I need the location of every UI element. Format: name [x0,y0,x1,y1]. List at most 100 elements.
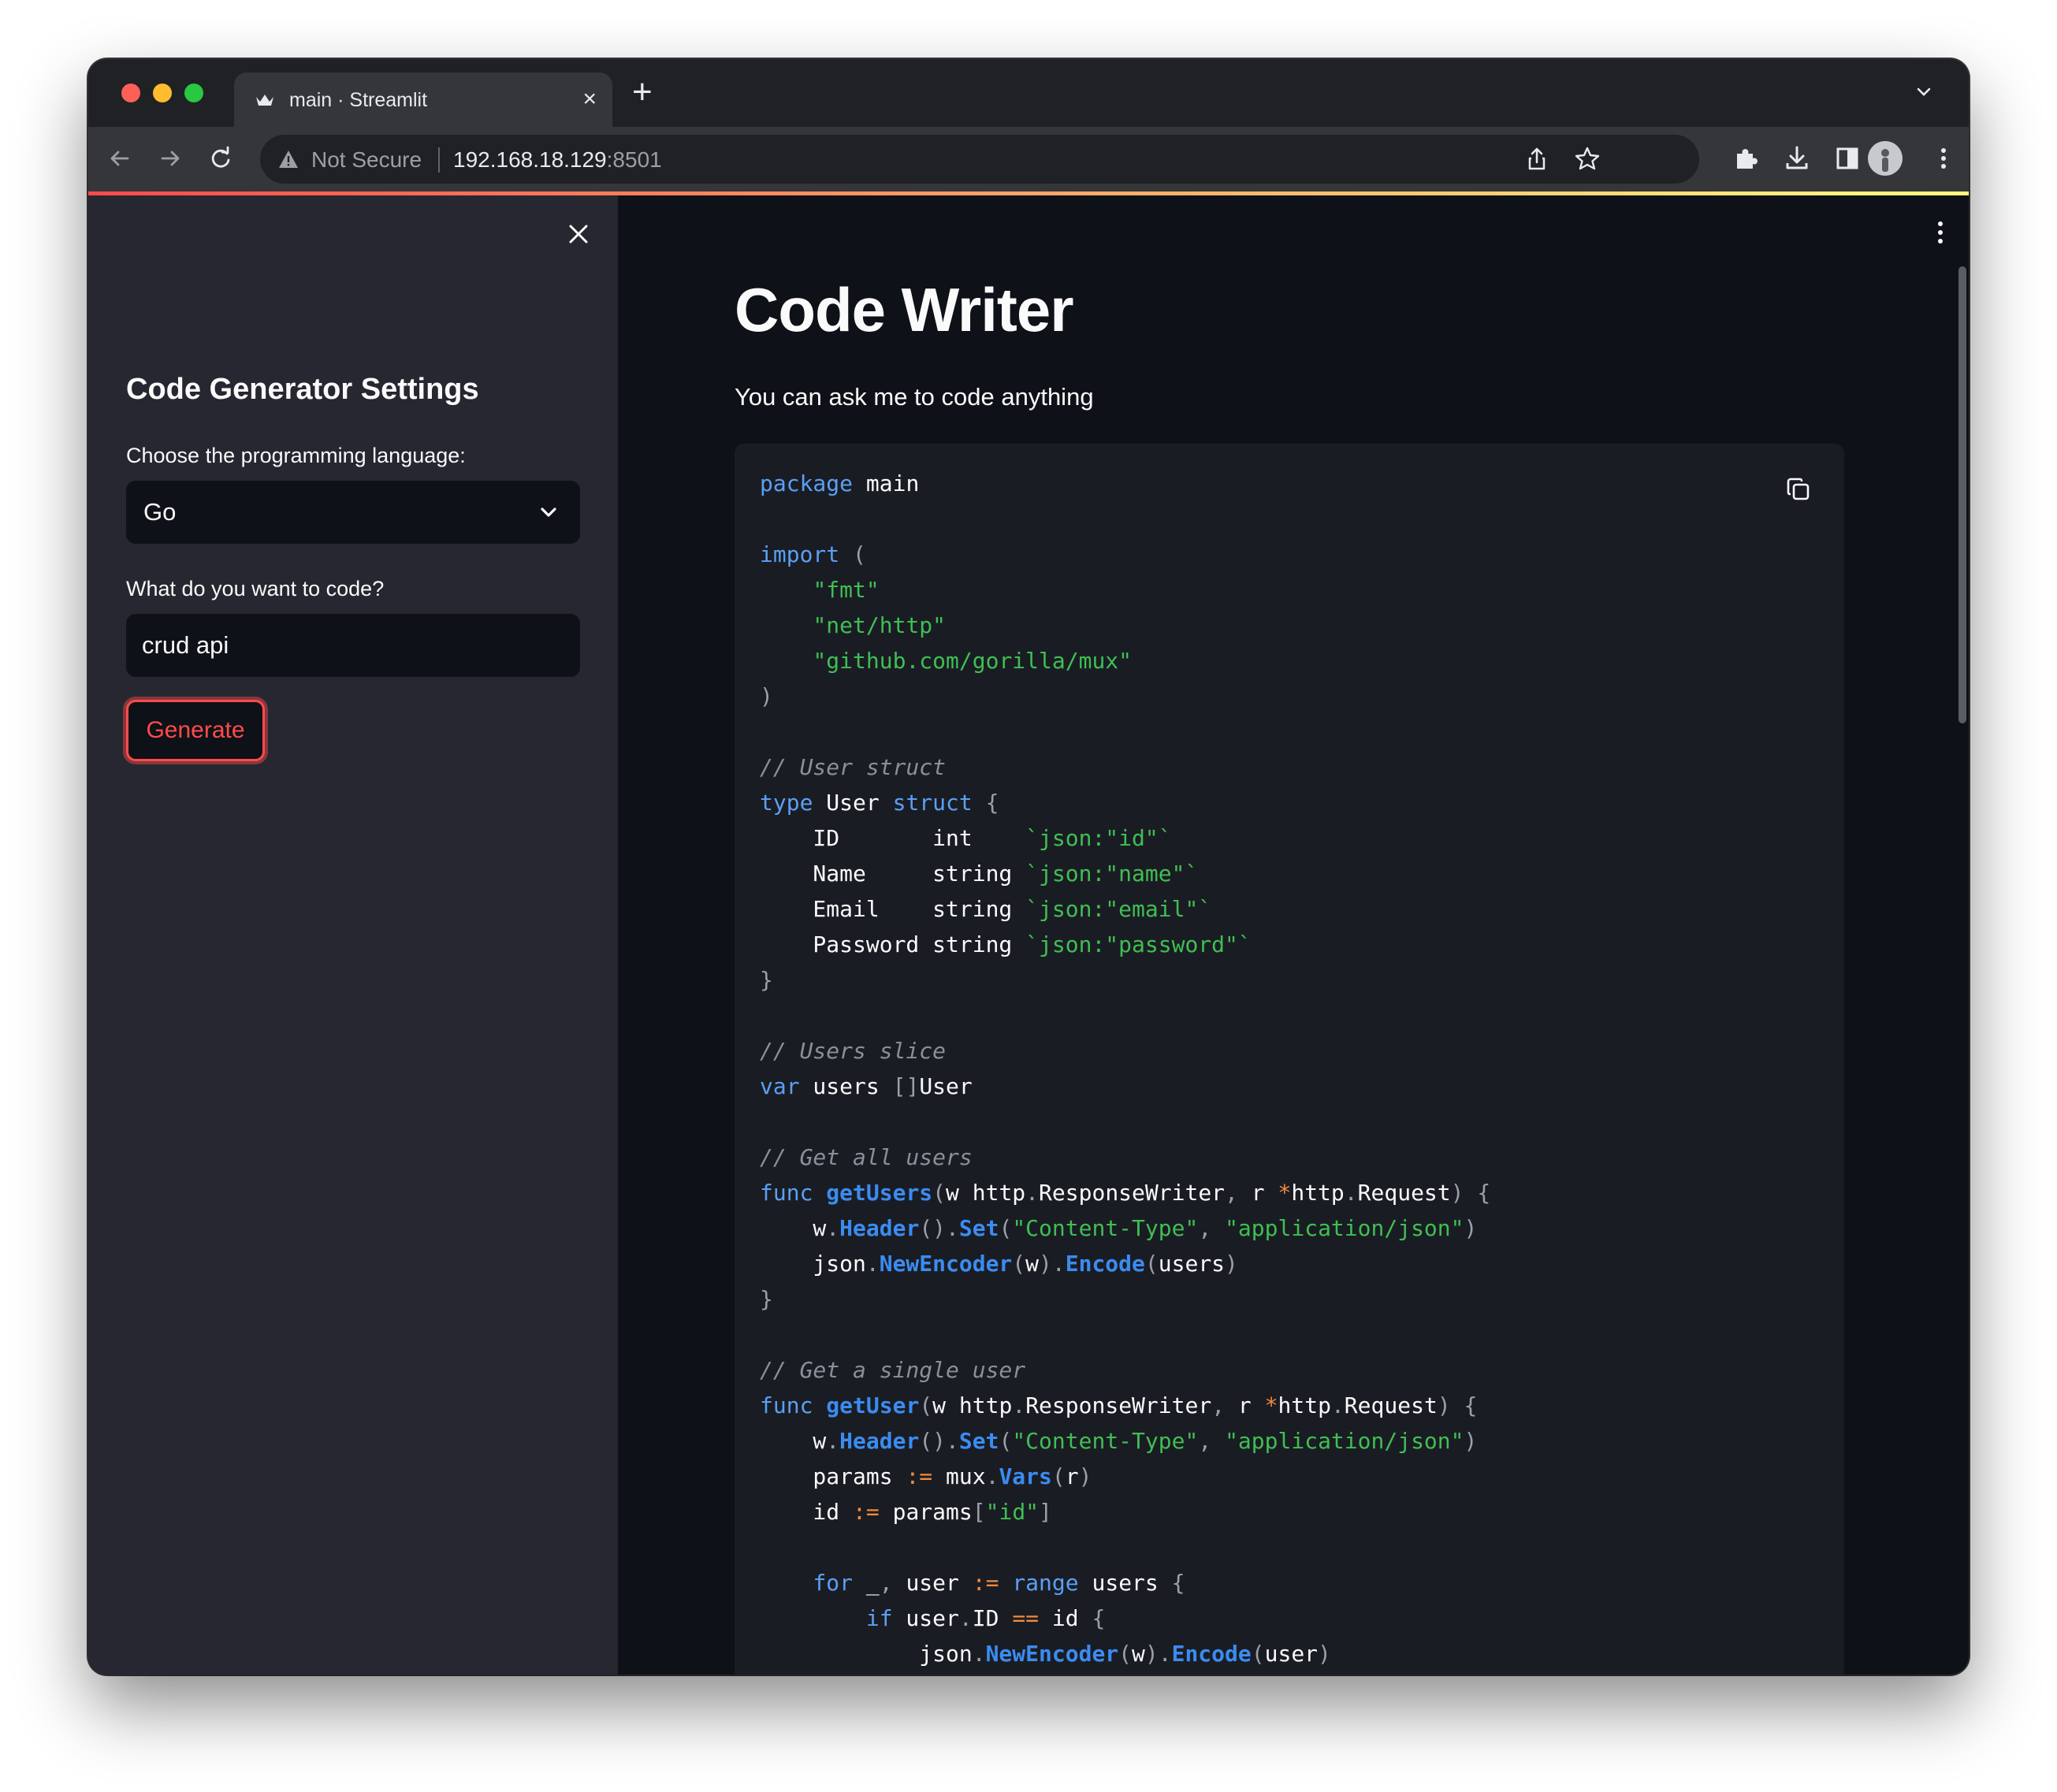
code-token: . [1025,1180,1040,1206]
code-token: ) [1225,1251,1238,1277]
reload-icon[interactable] [205,143,236,174]
code-token: , [1198,1215,1226,1241]
code-token: "net/http" [813,612,947,638]
code-token: json [760,1251,866,1277]
browser-menu-icon[interactable] [1928,143,1959,174]
code-token: ID [972,1605,1013,1631]
code-line: "net/http" [760,608,1490,643]
language-select[interactable]: Go [126,481,580,544]
code-token: := [906,1463,933,1489]
code-token: getUsers [826,1180,933,1206]
code-token: "application/json" [1225,1428,1464,1454]
forward-arrow-icon[interactable] [154,143,186,174]
code-token: users [1158,1251,1226,1277]
code-token: ( [839,541,866,567]
code-token: "fmt" [813,577,880,603]
code-token: w [760,1428,827,1454]
code-token: ( [999,1428,1013,1454]
code-token: _ [853,1570,880,1596]
code-token: [ [972,1499,986,1525]
tab-strip: main · Streamlit × + [88,59,1969,127]
profile-avatar[interactable] [1868,141,1903,176]
sidebar-heading: Code Generator Settings [126,373,479,406]
url-port: :8501 [606,147,662,172]
copy-icon[interactable] [1784,475,1813,504]
code-token: var [760,1073,800,1099]
tab-close-icon[interactable]: × [582,87,597,112]
warning-triangle-icon[interactable] [277,149,299,169]
main-content: Code Writer You can ask me to code anyth… [618,195,1969,1675]
extensions-puzzle-icon[interactable] [1731,143,1762,174]
code-token: ResponseWriter [1039,1180,1226,1206]
code-token: `json:"email"` [1025,896,1212,922]
code-token: ) [760,683,773,709]
code-token: users [799,1073,893,1099]
code-token: package [760,470,854,496]
code-token: // Users slice [760,1038,947,1064]
code-token: `json:"password"` [1025,931,1252,957]
code-token: user [892,1605,959,1631]
code-token: ( [1251,1641,1265,1667]
person-icon [1881,149,1889,172]
main-menu-icon[interactable] [1929,219,1952,246]
code-token: . [826,1215,840,1241]
browser-toolbar: Not Secure 192.168.18.129:8501 [88,127,1969,191]
code-token: Vars [999,1463,1052,1489]
scrollbar-thumb[interactable] [1958,266,1966,723]
new-tab-button[interactable]: + [632,73,653,111]
code-token: == [1012,1605,1040,1631]
minimize-window-button[interactable] [153,84,172,102]
code-token: if [865,1605,893,1631]
chevron-down-icon [541,507,556,517]
code-token: "application/json" [1225,1215,1464,1241]
code-token: * [1264,1392,1278,1418]
code-token: . [1012,1392,1026,1418]
code-token: Set [958,1428,999,1454]
side-panel-icon[interactable] [1832,143,1863,174]
back-arrow-icon[interactable] [104,143,136,174]
code-token: main [853,470,920,496]
code-token: ( [1012,1251,1026,1277]
code-token: range [1012,1570,1079,1596]
tab-search-chevron-icon[interactable] [1912,80,1936,104]
code-token: NewEncoder [879,1251,1013,1277]
code-line: "github.com/gorilla/mux" [760,643,1490,679]
url-host: 192.168.18.129 [453,147,607,172]
code-block: package main import ( "fmt" "net/http" "… [735,444,1844,1675]
code-line: // Users slice [760,1033,1490,1069]
code-token: { [972,790,999,816]
code-token: ( [919,1392,933,1418]
close-window-button[interactable] [121,84,140,102]
bookmark-star-icon[interactable] [1572,143,1603,175]
code-token: . [972,1641,986,1667]
address-separator [438,147,440,173]
code-line: // Get a single user [760,1352,1490,1388]
language-select-value: Go [143,498,177,526]
code-token: ( [1144,1251,1159,1277]
code-token: , [1198,1428,1226,1454]
code-token: ResponseWriter [1025,1392,1212,1418]
code-token: id [1039,1605,1092,1631]
address-bar[interactable]: Not Secure 192.168.18.129:8501 [260,135,1699,184]
close-sidebar-icon[interactable] [565,221,592,247]
code-token: := [972,1570,999,1596]
page-title: Code Writer [735,275,1074,344]
code-token: . [985,1463,999,1489]
download-icon[interactable] [1781,143,1813,174]
code-token: w http [946,1180,1026,1206]
prompt-input[interactable] [126,614,580,677]
maximize-window-button[interactable] [184,84,203,102]
code-token: ( [999,1215,1013,1241]
browser-tab[interactable]: main · Streamlit × [234,72,612,127]
code-token: params [760,1463,906,1489]
code-line: json.NewEncoder(w).Encode(users) [760,1246,1490,1281]
generate-button[interactable]: Generate [126,700,265,761]
share-icon[interactable] [1521,143,1553,175]
code-token: (). [919,1215,959,1241]
code-token: Set [958,1215,999,1241]
code-token: `json:"name"` [1025,861,1199,887]
code-token: := [853,1499,880,1525]
